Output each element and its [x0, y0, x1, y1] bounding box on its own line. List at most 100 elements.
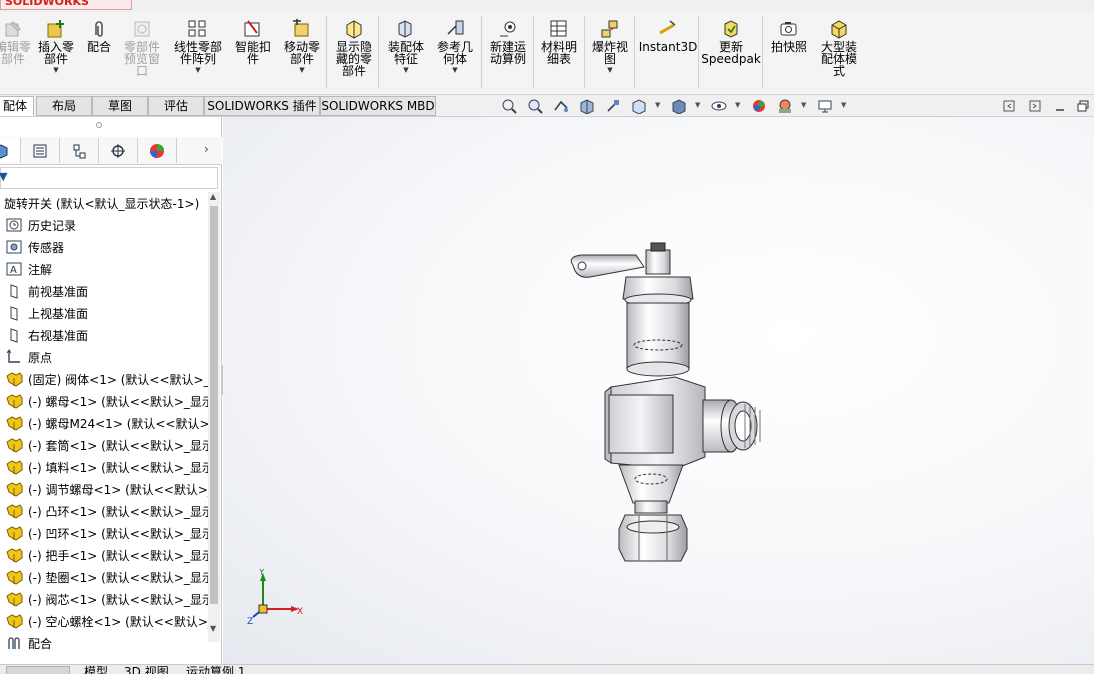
tree-item[interactable]: (-) 凹环<1> (默认<<默认>_显示 [4, 522, 208, 544]
tree-item-label: 配合 [28, 636, 53, 651]
history-icon [4, 216, 24, 234]
chevron-right-icon[interactable]: › [204, 142, 209, 156]
scroll-down-icon[interactable]: ▼ [210, 624, 216, 633]
chevron-down-icon[interactable]: ▼ [53, 66, 58, 74]
tree-item-label: (-) 套筒<1> (默认<<默认>_显示 [28, 438, 208, 453]
dynamic-annotation-icon[interactable] [605, 98, 621, 114]
restore-right-icon[interactable] [1028, 98, 1044, 114]
tree-item[interactable]: A 注解 [4, 258, 52, 280]
large-assembly-mode-button[interactable]: 大型装 配体模 式 [815, 18, 863, 77]
tab-model[interactable]: 模型 [84, 665, 118, 674]
tree-filter[interactable]: ▼ [0, 167, 218, 189]
valve-assembly-model[interactable] [223, 117, 1094, 664]
restore-window-icon[interactable] [1076, 98, 1092, 114]
tree-item[interactable]: (-) 把手<1> (默认<<默认>_显示 [4, 544, 208, 566]
snapshot-button[interactable]: 拍快照 [766, 18, 812, 53]
tab-solidworks-mbd[interactable]: SOLIDWORKS MBD [320, 96, 436, 116]
chevron-down-icon[interactable]: ▼ [299, 66, 304, 74]
tree-item[interactable]: (-) 套筒<1> (默认<<默认>_显示 [4, 434, 208, 456]
tab-dimxpert-manager[interactable] [99, 138, 138, 163]
previous-view-icon[interactable] [553, 98, 569, 114]
smart-fastener-button[interactable]: 智能扣 件 [231, 18, 275, 65]
solidworks-logo[interactable]: SOLIDWORKS [0, 0, 132, 10]
tab-display-manager[interactable] [138, 138, 177, 163]
move-component-button[interactable]: 移动零 部件 ▼ [279, 18, 325, 74]
command-manager-toolbar: 编辑零 部件 插入零 部件 ▼ 配合 零部件 预览窗 口 线性零部 件阵列 ▼ … [0, 12, 1094, 95]
view-orientation-icon[interactable] [631, 98, 647, 114]
chevron-down-icon[interactable]: ▼ [735, 101, 740, 109]
reference-geometry-button[interactable]: 参考几 何体 ▼ [432, 18, 478, 74]
tree-item[interactable]: (-) 螺母<1> (默认<<默认>_显示 [4, 390, 208, 412]
tree-item[interactable]: (-) 空心螺栓<1> (默认<<默认>_ [4, 610, 208, 632]
tree-item[interactable]: (-) 螺母M24<1> (默认<<默认>_ [4, 412, 208, 434]
tab-configuration-manager[interactable] [60, 138, 99, 163]
scrollbar-thumb[interactable] [210, 206, 218, 604]
tree-item[interactable]: (固定) 阀体<1> (默认<<默认>_显 [4, 368, 208, 390]
tree-item[interactable]: 上视基准面 [4, 302, 88, 324]
tab-3d-views[interactable]: 3D 视图 [124, 665, 178, 674]
update-speedpak-button[interactable]: 更新 Speedpak [701, 18, 761, 65]
tree-item-label: (-) 螺母<1> (默认<<默认>_显示 [28, 394, 208, 409]
display-style-icon[interactable] [671, 98, 687, 114]
chevron-down-icon[interactable]: ▼ [403, 66, 408, 74]
tree-item-label: (固定) 阀体<1> (默认<<默认>_显 [28, 372, 208, 387]
zoom-to-area-icon[interactable] [527, 98, 543, 114]
tree-item[interactable]: (-) 填料<1> (默认<<默认>_显示 [4, 456, 208, 478]
component-preview-button[interactable]: 零部件 预览窗 口 [119, 18, 165, 77]
chevron-down-icon[interactable]: ▼ [655, 101, 660, 109]
mate-button[interactable]: 配合 [82, 18, 116, 53]
tree-item[interactable]: 历史记录 [4, 214, 76, 236]
tree-item[interactable]: (-) 阀芯<1> (默认<<默认>_显示 [4, 588, 208, 610]
bill-of-materials-button[interactable]: 材料明 细表 [536, 18, 582, 65]
tree-item[interactable]: (-) 凸环<1> (默认<<默认>_显示 [4, 500, 208, 522]
tree-item[interactable]: 右视基准面 [4, 324, 88, 346]
zoom-to-fit-icon[interactable] [501, 98, 517, 114]
tree-root[interactable]: 旋转开关 (默认<默认_显示状态-1>) [4, 192, 199, 214]
chevron-down-icon[interactable]: ▼ [841, 101, 846, 109]
linear-pattern-button[interactable]: 线性零部 件阵列 ▼ [169, 18, 227, 74]
tab-feature-manager[interactable] [0, 138, 21, 163]
tree-item[interactable]: (-) 调节螺母<1> (默认<<默认>_ [4, 478, 208, 500]
tree-item[interactable]: 原点 [4, 346, 52, 368]
tab-layout[interactable]: 布局 [36, 96, 92, 116]
tab-solidworks-addins[interactable]: SOLIDWORKS 插件 [204, 96, 320, 116]
restore-left-icon[interactable] [1002, 98, 1018, 114]
chevron-down-icon[interactable]: ▼ [452, 66, 457, 74]
section-view-icon[interactable] [579, 98, 595, 114]
edit-appearance-icon[interactable] [751, 98, 767, 114]
tab-scroll-arrows[interactable] [6, 666, 70, 674]
insert-component-button[interactable]: 插入零 部件 ▼ [35, 18, 77, 74]
graphics-viewport[interactable]: Y X Z [223, 117, 1094, 664]
chevron-down-icon[interactable]: ▼ [801, 101, 806, 109]
chevron-down-icon[interactable]: ▼ [607, 66, 612, 74]
chevron-down-icon[interactable]: ▼ [195, 66, 200, 74]
toolbar-separator [481, 16, 482, 88]
scroll-up-icon[interactable]: ▲ [210, 192, 216, 201]
panel-grip[interactable] [96, 122, 102, 128]
instant3d-button[interactable]: Instant3D [639, 18, 697, 53]
tab-evaluate[interactable]: 评估 [148, 96, 204, 116]
tab-sketch[interactable]: 草图 [92, 96, 148, 116]
apply-scene-icon[interactable] [777, 98, 793, 114]
tab-assembly[interactable]: 配体 [0, 96, 34, 116]
assembly-features-button[interactable]: 装配体 特征 ▼ [383, 18, 429, 74]
tab-property-manager[interactable] [21, 138, 60, 163]
feature-tree-scrollbar[interactable]: ▲ ▼ [208, 192, 220, 642]
tab-motion-study[interactable]: 运动算例 1 [186, 665, 260, 674]
snapshot-icon [778, 18, 800, 40]
show-hidden-icon [343, 18, 365, 40]
edit-component-button[interactable]: 编辑零 部件 [0, 18, 34, 65]
new-motion-study-button[interactable]: 新建运 动算例 [485, 18, 531, 65]
tree-item[interactable]: 前视基准面 [4, 280, 88, 302]
hide-show-items-icon[interactable] [711, 98, 727, 114]
minimize-icon[interactable] [1053, 98, 1069, 114]
assembly-feature-icon [395, 18, 417, 40]
tree-item-label: (-) 填料<1> (默认<<默认>_显示 [28, 460, 208, 475]
show-hidden-components-button[interactable]: 显示隐 藏的零 部件 [331, 18, 377, 77]
view-settings-icon[interactable] [817, 98, 833, 114]
tree-item[interactable]: (-) 垫圈<1> (默认<<默认>_显示 [4, 566, 208, 588]
tree-item[interactable]: 传感器 [4, 236, 64, 258]
tree-item[interactable]: 配合 [4, 632, 52, 654]
chevron-down-icon[interactable]: ▼ [695, 101, 700, 109]
exploded-view-button[interactable]: 爆炸视 图 ▼ [588, 18, 632, 74]
